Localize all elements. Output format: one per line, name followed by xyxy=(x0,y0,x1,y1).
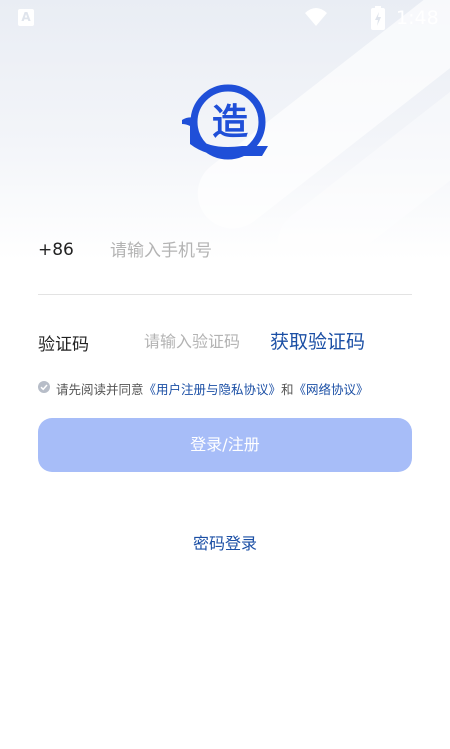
check-icon xyxy=(40,384,48,391)
verification-row: 验证码 获取验证码 xyxy=(38,320,412,364)
user-agreement-link[interactable]: 《用户注册与隐私协议》 xyxy=(144,382,282,397)
login-register-button[interactable]: 登录/注册 xyxy=(38,418,412,472)
verification-code-input[interactable] xyxy=(144,328,270,354)
agreement-row: 请先阅读并同意《用户注册与隐私协议》和《网络协议》 xyxy=(38,378,428,398)
clock: 1:48 xyxy=(396,7,439,29)
status-bar: A 1:48 xyxy=(0,0,450,36)
agreement-prefix: 请先阅读并同意 xyxy=(56,382,144,397)
wifi-icon xyxy=(305,8,327,26)
phone-row: +86 xyxy=(38,228,412,276)
agreement-conjunction: 和 xyxy=(281,382,294,397)
password-login-link[interactable]: 密码登录 xyxy=(0,530,450,554)
battery-icon xyxy=(371,6,385,30)
notification-icon: A xyxy=(18,9,34,26)
agreement-checkbox[interactable] xyxy=(38,381,50,393)
network-agreement-link[interactable]: 《网络协议》 xyxy=(294,382,369,397)
logo-icon: 造 xyxy=(182,84,268,160)
get-code-button[interactable]: 获取验证码 xyxy=(270,327,365,354)
verification-label: 验证码 xyxy=(38,335,89,355)
agreement-text: 请先阅读并同意《用户注册与隐私协议》和《网络协议》 xyxy=(56,379,369,398)
logo-glyph: 造 xyxy=(212,102,248,143)
divider xyxy=(38,294,412,295)
country-code[interactable]: +86 xyxy=(38,240,74,260)
phone-input[interactable] xyxy=(110,238,400,264)
